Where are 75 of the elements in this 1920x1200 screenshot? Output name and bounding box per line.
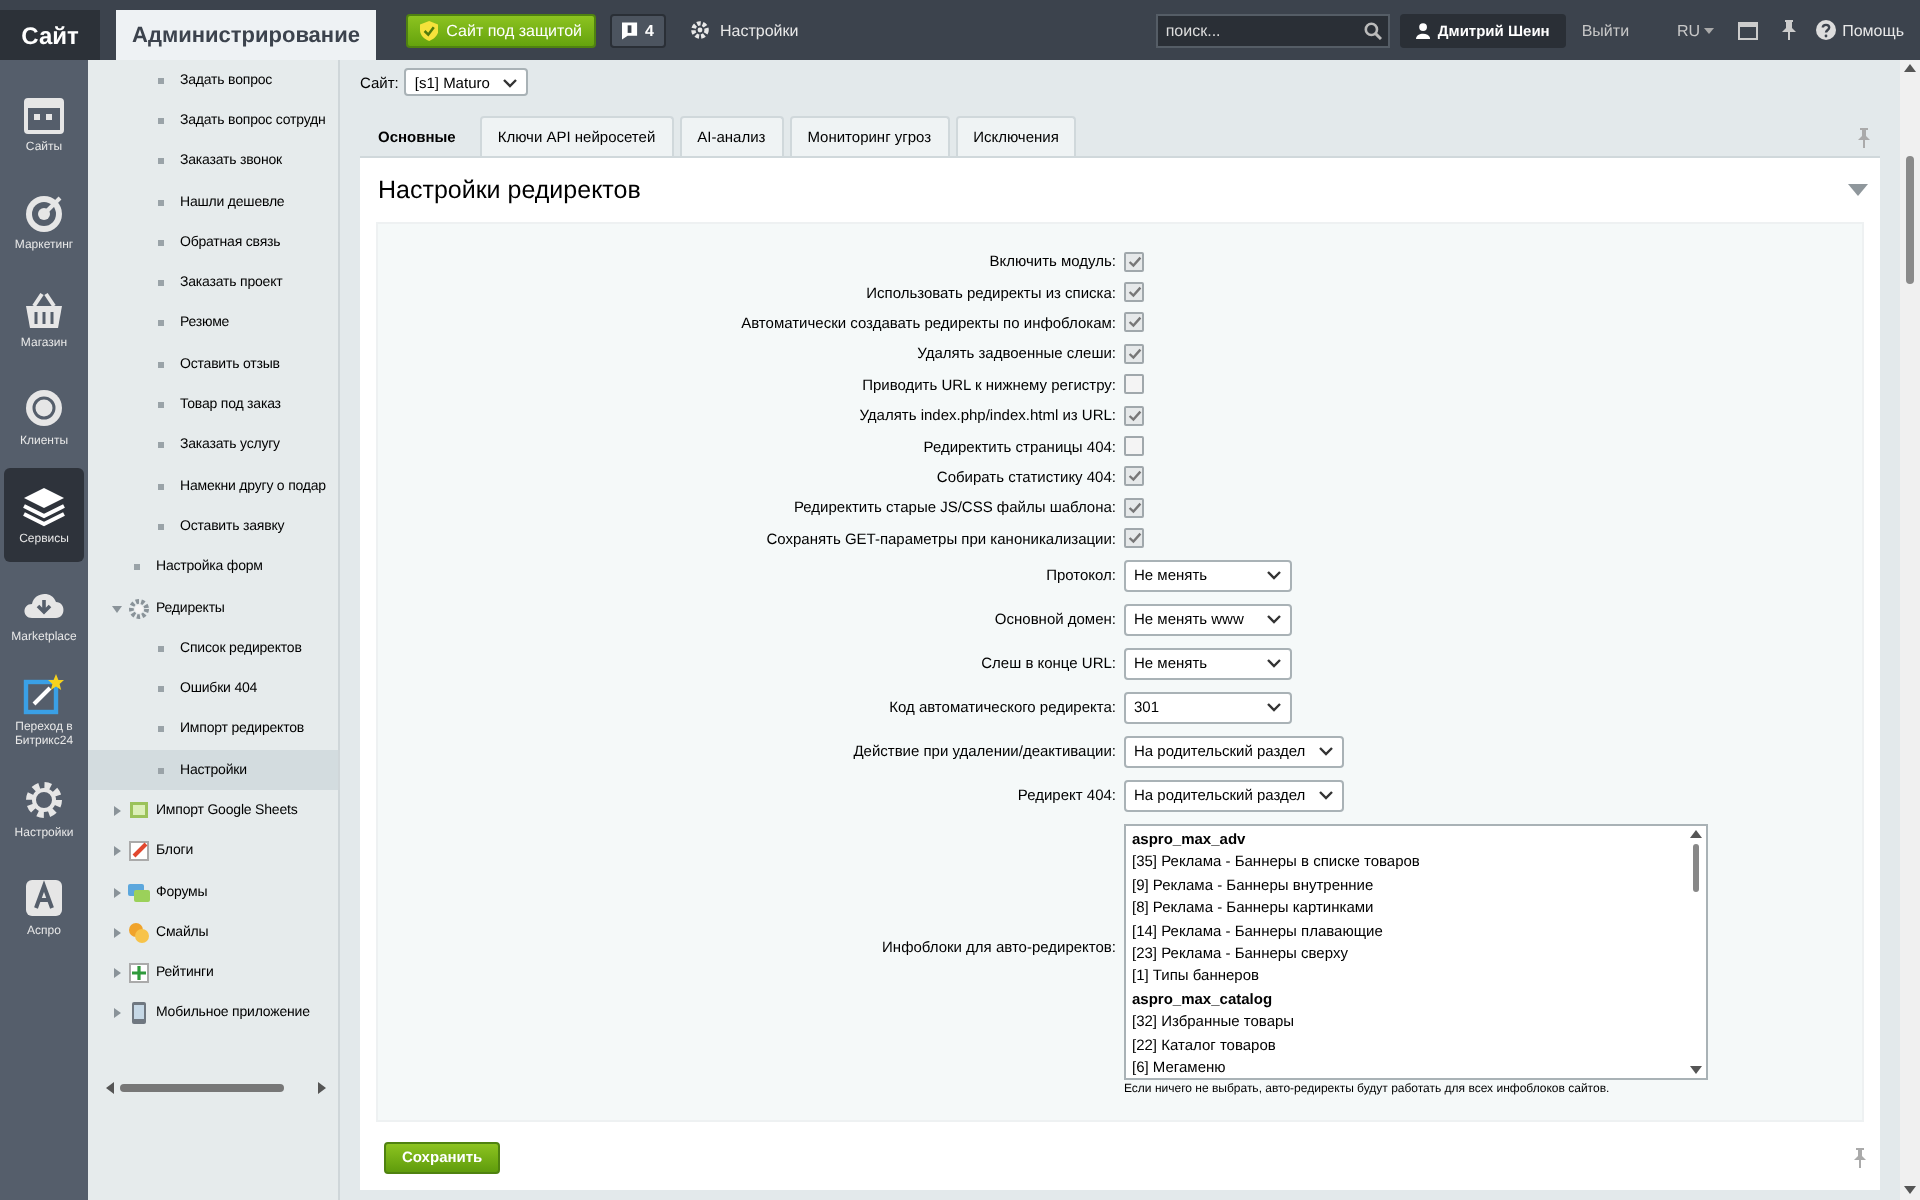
collapsed-arrow-icon (112, 805, 122, 816)
user-icon (1415, 21, 1430, 39)
search-field[interactable]: поиск... (1155, 13, 1390, 47)
caret-icon (1266, 570, 1282, 581)
caret-icon (1317, 790, 1334, 801)
checkbox[interactable] (1124, 282, 1144, 303)
bullet-icon (158, 199, 164, 206)
expanded-arrow-icon (112, 603, 122, 613)
edit-window-icon (22, 672, 66, 716)
help-link[interactable]: Помощь (1816, 20, 1904, 40)
caret-icon (1266, 614, 1282, 625)
bullet-icon (158, 767, 164, 774)
caret-icon (1266, 658, 1282, 669)
bullet-icon (158, 77, 164, 84)
logout-link[interactable]: Выйти (1581, 21, 1630, 39)
gear-icon (22, 777, 66, 821)
bullet-icon (158, 280, 164, 287)
pin-icon[interactable] (1782, 20, 1797, 40)
checkbox[interactable] (1124, 312, 1144, 333)
top-tab[interactable]: Администрирование (116, 10, 376, 60)
bullet-icon (158, 320, 164, 327)
layers-icon (22, 483, 66, 527)
vertical-scrollbar[interactable] (1900, 60, 1920, 1200)
bullet-icon (158, 361, 164, 368)
bullet-icon (158, 523, 164, 530)
checkbox[interactable] (1124, 528, 1144, 549)
bullet-icon (158, 645, 164, 652)
checkbox[interactable] (1124, 405, 1144, 426)
caret-icon (1704, 27, 1715, 33)
flag-icon (622, 21, 638, 39)
chat-bubble-icon (22, 385, 66, 429)
module-icon (128, 881, 150, 904)
window-icon[interactable] (1738, 21, 1759, 39)
checkbox[interactable] (1124, 374, 1144, 395)
gear-icon (690, 20, 710, 40)
bullet-icon (158, 239, 164, 246)
notifications-button[interactable]: 4 (610, 13, 666, 47)
caret-icon (1266, 702, 1282, 713)
basket-icon (22, 287, 66, 331)
collapsed-arrow-icon (112, 1008, 122, 1019)
settings-link[interactable]: Настройки (690, 20, 799, 40)
checkbox[interactable] (1124, 466, 1144, 487)
checkbox[interactable] (1124, 497, 1144, 518)
help-icon (1816, 20, 1837, 40)
bullet-icon (158, 483, 164, 490)
section-title: Настройки редиректов (378, 176, 641, 204)
checkbox[interactable] (1124, 251, 1144, 272)
gear-icon (128, 597, 150, 619)
language-selector[interactable]: RU (1677, 21, 1715, 39)
collapsed-arrow-icon (112, 846, 122, 857)
caret-icon (501, 77, 518, 87)
module-icon (128, 840, 150, 863)
checkbox[interactable] (1124, 436, 1144, 457)
bullet-icon (158, 442, 164, 449)
collapsed-arrow-icon (112, 887, 122, 898)
bullet-icon (134, 564, 140, 571)
module-icon (128, 921, 150, 944)
caret-icon (1317, 746, 1334, 757)
collapsed-arrow-icon (112, 968, 122, 979)
horizontal-scrollbar[interactable] (104, 1080, 328, 1097)
module-icon (128, 962, 150, 985)
bullet-icon (158, 158, 164, 165)
bullet-icon (158, 726, 164, 733)
module-icon (128, 1002, 150, 1025)
collapse-icon[interactable] (1848, 184, 1868, 196)
collapsed-arrow-icon (112, 927, 122, 938)
top-tab[interactable]: Сайт (0, 10, 100, 60)
listbox[interactable] (1124, 823, 1708, 1080)
shield-icon (420, 19, 439, 41)
bullet-icon (158, 402, 164, 409)
module-icon (128, 799, 150, 822)
checkbox[interactable] (1124, 343, 1144, 364)
letter-tile-icon (22, 875, 66, 919)
bullet-icon (158, 686, 164, 693)
bullet-icon (158, 117, 164, 124)
